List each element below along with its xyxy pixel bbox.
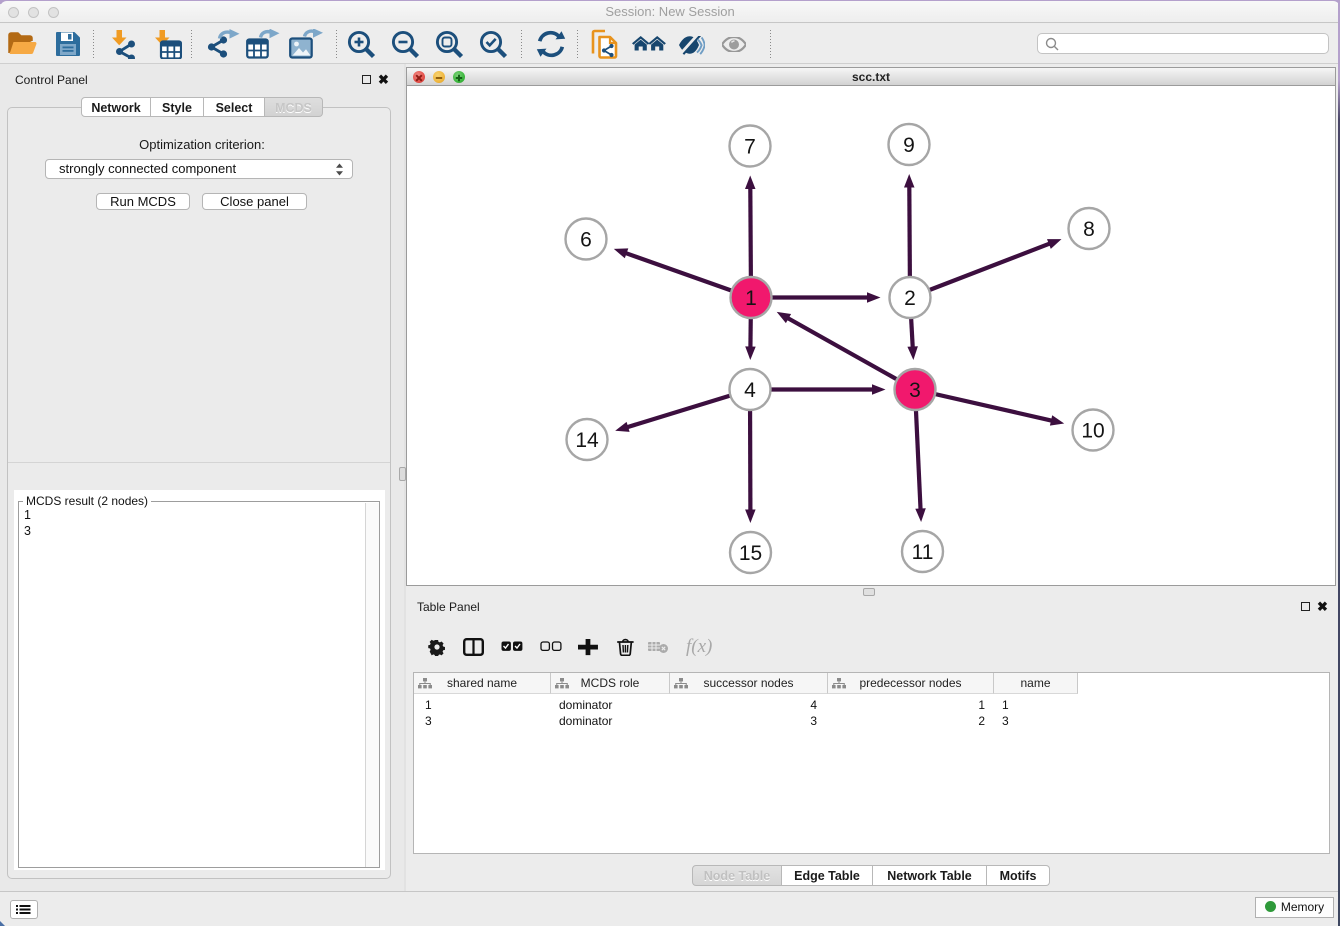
svg-text:8: 8 bbox=[1083, 218, 1095, 241]
svg-text:15: 15 bbox=[739, 542, 762, 565]
svg-text:9: 9 bbox=[903, 134, 915, 157]
svg-text:10: 10 bbox=[1081, 420, 1104, 443]
svg-text:7: 7 bbox=[744, 136, 756, 159]
svg-text:1: 1 bbox=[745, 287, 757, 310]
svg-text:4: 4 bbox=[744, 379, 756, 402]
svg-text:11: 11 bbox=[912, 541, 934, 564]
svg-text:2: 2 bbox=[904, 287, 916, 310]
svg-text:3: 3 bbox=[909, 379, 921, 402]
svg-text:6: 6 bbox=[580, 229, 592, 252]
svg-text:14: 14 bbox=[575, 429, 599, 452]
